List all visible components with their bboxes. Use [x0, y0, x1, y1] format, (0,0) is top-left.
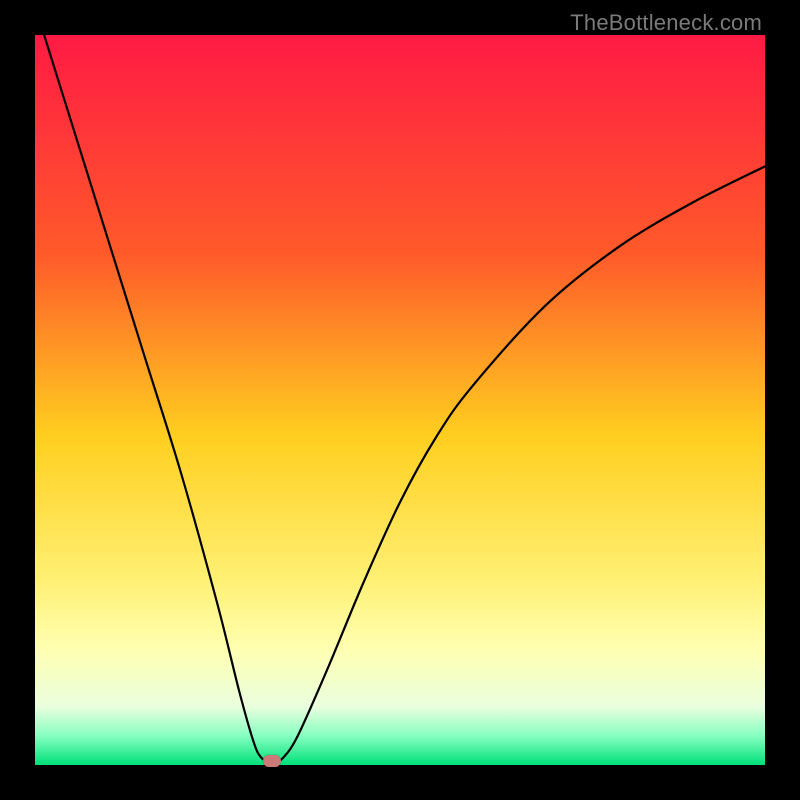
chart-background-gradient: [35, 35, 765, 765]
chart-svg: [35, 35, 765, 765]
chart-frame: TheBottleneck.com: [0, 0, 800, 800]
optimal-point-marker: [263, 755, 281, 767]
plot-area: [35, 35, 765, 765]
watermark-text: TheBottleneck.com: [570, 10, 762, 36]
